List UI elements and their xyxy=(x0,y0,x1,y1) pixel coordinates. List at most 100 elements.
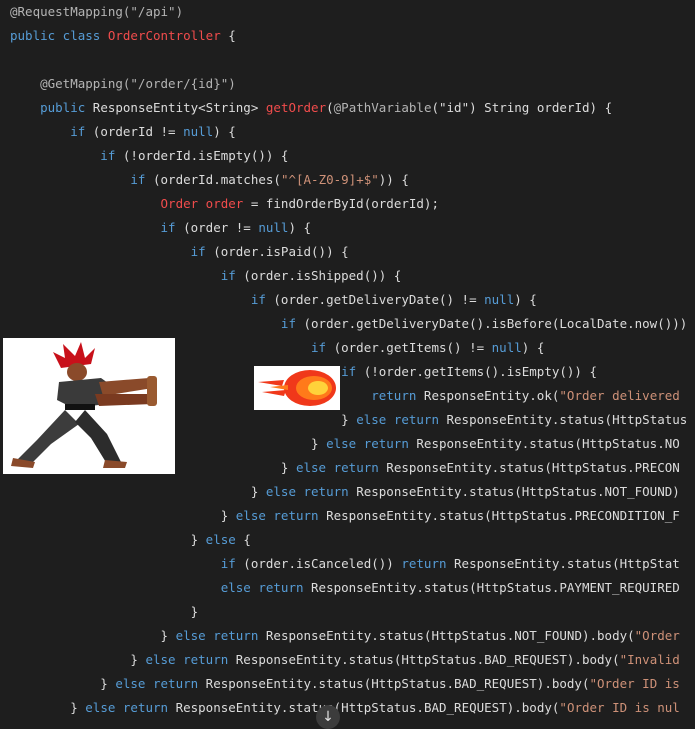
code-token: (order.isShipped()) { xyxy=(243,268,401,283)
fireball-image xyxy=(254,366,340,410)
code-token: "Order delivered xyxy=(559,388,679,403)
code-token: if xyxy=(10,220,183,235)
code-token: Order order xyxy=(10,196,251,211)
code-token: } xyxy=(10,628,176,643)
code-token: ) { xyxy=(213,124,236,139)
code-token: else return xyxy=(85,700,175,715)
code-token: (order.isPaid()) { xyxy=(213,244,348,259)
code-line: } else return ResponseEntity.status(Http… xyxy=(10,624,680,648)
code-token: if xyxy=(10,172,153,187)
code-token: null xyxy=(183,124,213,139)
code-token: else return xyxy=(10,580,311,595)
code-token: } xyxy=(10,700,85,715)
code-token: return xyxy=(401,556,454,571)
code-line: if (order.isShipped()) { xyxy=(10,264,401,288)
code-line: } xyxy=(10,600,198,624)
code-token: (orderId != xyxy=(93,124,183,139)
code-token: else return xyxy=(356,412,446,427)
fighter-sprite-image xyxy=(3,338,175,474)
code-token: = findOrderById(orderId); xyxy=(251,196,439,211)
code-token: )) { xyxy=(379,172,409,187)
code-token: public class xyxy=(10,28,108,43)
code-line: Order order = findOrderById(orderId); xyxy=(10,192,439,216)
code-token: ResponseEntity.status(HttpStatus xyxy=(447,412,688,427)
code-line: if (!orderId.isEmpty()) { xyxy=(10,144,288,168)
code-token: "Order ID is nul xyxy=(559,700,679,715)
code-token: else return xyxy=(326,436,416,451)
code-token: ResponseEntity<String> xyxy=(93,100,266,115)
code-token: null xyxy=(492,340,522,355)
code-line: } else return ResponseEntity.status(Http… xyxy=(10,696,680,720)
code-line: if (orderId != null) { xyxy=(10,120,236,144)
code-token: } xyxy=(10,532,206,547)
code-token: } xyxy=(10,604,198,619)
code-token: (orderId.matches( xyxy=(153,172,281,187)
code-token: ResponseEntity.status(HttpStatus.BAD_REQ… xyxy=(206,676,590,691)
code-line: } else return ResponseEntity.status(Http… xyxy=(10,504,680,528)
code-line: @GetMapping("/order/{id}") xyxy=(10,72,236,96)
code-token: if xyxy=(10,556,243,571)
code-token: else xyxy=(206,532,244,547)
code-token: ResponseEntity.status(HttpStatus.PRECON xyxy=(386,460,680,475)
code-token: { xyxy=(243,532,251,547)
code-token: ) { xyxy=(288,220,311,235)
code-token: "Order xyxy=(635,628,680,643)
code-token: ResponseEntity.status(HttpStatus.PAYMENT… xyxy=(311,580,680,595)
code-token: (HttpStatus.BAD_REQUEST).body( xyxy=(334,700,560,715)
code-token: ResponseEntity.status(HttpStatus.NOT_FOU… xyxy=(266,628,635,643)
code-line: } else { xyxy=(10,528,251,552)
code-token: (order != xyxy=(183,220,258,235)
code-token: { xyxy=(221,28,236,43)
code-token: } xyxy=(10,508,236,523)
code-token: ResponseEntity.status(HttpStatus.PRECOND… xyxy=(326,508,680,523)
code-token: @PathVariable xyxy=(334,100,432,115)
code-token: } xyxy=(10,676,115,691)
code-token: ) { xyxy=(522,340,545,355)
code-line: @RequestMapping("/api") xyxy=(10,0,183,24)
code-line: if (order.isCanceled()) return ResponseE… xyxy=(10,552,680,576)
code-token: OrderController xyxy=(108,28,221,43)
code-line: } else return ResponseEntity.status(Http… xyxy=(10,480,680,504)
code-token: ) { xyxy=(514,292,537,307)
code-token: getOrder xyxy=(266,100,326,115)
scroll-down-button[interactable]: ↓ xyxy=(316,705,340,729)
code-token: if xyxy=(10,244,213,259)
code-token: (!order.getItems().isEmpty()) { xyxy=(364,364,597,379)
code-token: "Order ID is xyxy=(589,676,679,691)
code-line: } else return ResponseEntity.status(Http… xyxy=(10,648,680,672)
code-token: (order.getDeliveryDate() != xyxy=(273,292,484,307)
code-token: } xyxy=(10,652,145,667)
code-token: ("id") String orderId) { xyxy=(431,100,612,115)
code-token: if xyxy=(10,124,93,139)
code-token: if xyxy=(10,268,243,283)
code-line: if (order.isPaid()) { xyxy=(10,240,349,264)
code-token: "^[A-Z0-9]+$" xyxy=(281,172,379,187)
code-token: else return xyxy=(176,628,266,643)
code-token: ( xyxy=(326,100,334,115)
code-line: else return ResponseEntity.status(HttpSt… xyxy=(10,576,680,600)
code-token: ResponseEntity.status(HttpStatus.BAD_REQ… xyxy=(236,652,620,667)
code-token: } xyxy=(10,484,266,499)
code-token: "Invalid xyxy=(620,652,680,667)
code-token: (!orderId.isEmpty()) { xyxy=(123,148,289,163)
code-token: if xyxy=(10,316,304,331)
code-token: ResponseEntity.stat xyxy=(176,700,319,715)
code-line: } else return ResponseEntity.status(Http… xyxy=(10,672,680,696)
code-token: null xyxy=(484,292,514,307)
code-token: if xyxy=(10,292,273,307)
code-token: else return xyxy=(236,508,326,523)
code-token: @RequestMapping("/api") xyxy=(10,4,183,19)
code-token: (order.getDeliveryDate().isBefore(LocalD… xyxy=(304,316,695,331)
code-token: else return xyxy=(296,460,386,475)
code-token: (order.getItems() != xyxy=(334,340,492,355)
code-token: ResponseEntity.ok( xyxy=(424,388,559,403)
code-token: else return xyxy=(145,652,235,667)
code-line: if (order != null) { xyxy=(10,216,311,240)
code-token: ResponseEntity.status(HttpStatus.NO xyxy=(416,436,679,451)
code-line: if (order.getDeliveryDate() != null) { xyxy=(10,288,537,312)
code-token: ResponseEntity.status(HttpStatus.NOT_FOU… xyxy=(356,484,680,499)
code-token: public xyxy=(10,100,93,115)
code-line: if (order.getDeliveryDate().isBefore(Loc… xyxy=(10,312,695,336)
code-line: if (orderId.matches("^[A-Z0-9]+$")) { xyxy=(10,168,409,192)
code-token: (order.isCanceled()) xyxy=(243,556,401,571)
